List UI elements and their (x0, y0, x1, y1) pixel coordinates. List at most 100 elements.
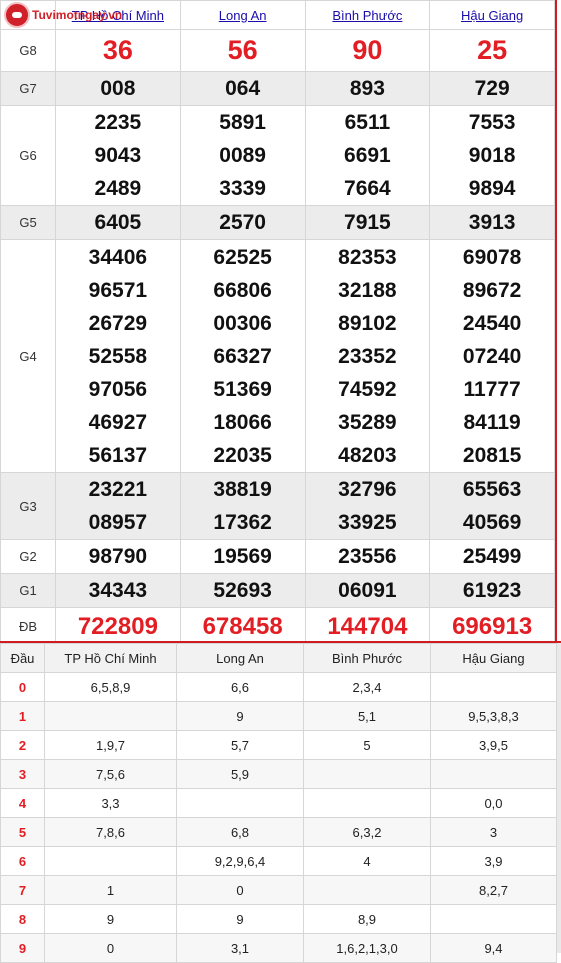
prize-number: 00306 (213, 311, 272, 335)
prize-number: 62525 (213, 245, 272, 269)
prize-cell: 69078 89672 24540 07240 11777 84119 2081… (429, 239, 555, 473)
loto-tail-values: 9 (176, 904, 304, 934)
loto-tail-values: 8,9 (303, 904, 431, 934)
prize-number: 35289 (338, 410, 397, 434)
prize-number: 56137 (88, 443, 148, 467)
prize-number: 23352 (338, 344, 397, 368)
loto-tail-values (303, 788, 431, 818)
prize-number: 20815 (462, 443, 522, 467)
loto-row: 8 9 9 8,9 (0, 904, 557, 934)
loto-row: 0 6,5,8,9 6,6 2,3,4 (0, 672, 557, 702)
loto-head-digit: 2 (0, 730, 45, 760)
loto-head-digit: 7 (0, 875, 45, 905)
loto-head-table: Đầu TP Hồ Chí Minh Long An Bình Phước Hậ… (0, 643, 557, 963)
loto-tail-values: 9 (176, 701, 304, 731)
province-header[interactable]: Bình Phước (304, 0, 431, 30)
loto-tail-values: 7,8,6 (44, 817, 177, 847)
province-link[interactable]: Long An (219, 8, 267, 23)
site-logo[interactable]: Tuvimotngay.vn (1, 1, 141, 29)
prize-number: 52558 (88, 344, 148, 368)
prize-number: 96571 (88, 278, 148, 302)
prize-number: 69078 (462, 245, 522, 269)
loto-tail-values: 0,0 (430, 788, 557, 818)
prize-number: 5891 (219, 111, 266, 134)
loto-head-digit: 5 (0, 817, 45, 847)
prize-number: 6405 (55, 205, 181, 240)
prize-number: 33925 (338, 511, 397, 534)
loto-tail-values (176, 788, 304, 818)
prize-number: 56 (179, 29, 306, 72)
prize-number: 06091 (304, 573, 431, 608)
prize-row-g1: G1 34343 52693 06091 61923 (0, 573, 555, 608)
prize-cell: 32796 33925 (304, 472, 431, 540)
loto-tail-values (430, 904, 557, 934)
prize-number: 2235 (94, 111, 142, 134)
prize-cell: 5891 0089 3339 (179, 105, 306, 206)
prize-number: 25 (429, 29, 555, 72)
logo-text: Tuvimotngay.vn (32, 8, 123, 22)
scrollbar-track[interactable] (557, 643, 561, 953)
prize-number: 65563 (462, 478, 522, 501)
prize-cell: 82353 32188 89102 23352 74592 35289 4820… (304, 239, 431, 473)
prize-label: G4 (0, 239, 56, 473)
prize-number: 729 (429, 71, 555, 106)
loto-tail-values: 5,1 (303, 701, 431, 731)
loto-tail-values: 2,3,4 (303, 672, 431, 702)
prize-number: 11777 (463, 377, 521, 401)
loto-row: 6 9,2,9,6,4 4 3,9 (0, 846, 557, 876)
prize-row-g6: G6 2235 9043 2489 5891 0089 3339 6511 66… (0, 105, 555, 206)
loto-header-row: Đầu TP Hồ Chí Minh Long An Bình Phước Hậ… (0, 643, 557, 673)
prize-number: 84119 (463, 410, 521, 434)
jackpot-number: 696913 (429, 607, 555, 646)
prize-number: 9043 (94, 144, 142, 167)
prize-number: 0089 (219, 144, 266, 167)
prize-row-g8: G8 36 56 90 25 (0, 29, 555, 72)
loto-row: 5 7,8,6 6,8 6,3,2 3 (0, 817, 557, 847)
loto-head-digit: 3 (0, 759, 45, 789)
loto-tail-values: 9,2,9,6,4 (176, 846, 304, 876)
loto-tail-values: 9,4 (430, 933, 557, 963)
prize-label: G3 (0, 472, 56, 540)
province-link[interactable]: Bình Phước (332, 8, 402, 23)
prize-number: 98790 (55, 539, 181, 574)
prize-number: 07240 (462, 344, 522, 368)
prize-number: 7553 (468, 111, 516, 134)
loto-tail-values: 1 (44, 875, 177, 905)
prize-number: 9894 (468, 177, 516, 200)
prize-number: 23556 (304, 539, 431, 574)
province-header[interactable]: Hậu Giang (429, 0, 555, 30)
prize-label: G2 (0, 539, 56, 574)
prize-number: 08957 (88, 511, 148, 534)
loto-head-label: Đầu (0, 643, 45, 673)
prize-number: 89672 (462, 278, 522, 302)
prize-cell: 6511 6691 7664 (304, 105, 431, 206)
prize-number: 89102 (338, 311, 397, 335)
prize-cell: 62525 66806 00306 66327 51369 18066 2203… (179, 239, 306, 473)
results-table: TP Hồ Chí Minh Long An Bình Phước Hậu Gi… (0, 0, 555, 646)
prize-number: 26729 (88, 311, 148, 335)
prize-number: 008 (55, 71, 181, 106)
prize-number: 24540 (462, 311, 522, 335)
prize-number: 61923 (429, 573, 555, 608)
prize-number: 064 (179, 71, 306, 106)
prize-number: 23221 (88, 478, 148, 501)
loto-tail-values: 6,5,8,9 (44, 672, 177, 702)
province-link[interactable]: Hậu Giang (461, 8, 523, 23)
loto-head-digit: 1 (0, 701, 45, 731)
loto-tail-values (303, 759, 431, 789)
prize-number: 3339 (219, 177, 266, 200)
loto-tail-values (430, 759, 557, 789)
prize-cell: 65563 40569 (429, 472, 555, 540)
prize-cell: 7553 9018 9894 (429, 105, 555, 206)
prize-row-g2: G2 98790 19569 23556 25499 (0, 539, 555, 574)
loto-row: 7 1 0 8,2,7 (0, 875, 557, 905)
loto-tail-values: 5,9 (176, 759, 304, 789)
loto-column-header: Hậu Giang (430, 643, 557, 673)
loto-tail-values: 1,9,7 (44, 730, 177, 760)
prize-row-g5: G5 6405 2570 7915 3913 (0, 205, 555, 240)
prize-label: G5 (0, 205, 56, 240)
loto-tail-values (303, 875, 431, 905)
jackpot-number: 722809 (55, 607, 181, 646)
prize-number: 893 (304, 71, 431, 106)
province-header[interactable]: Long An (179, 0, 306, 30)
